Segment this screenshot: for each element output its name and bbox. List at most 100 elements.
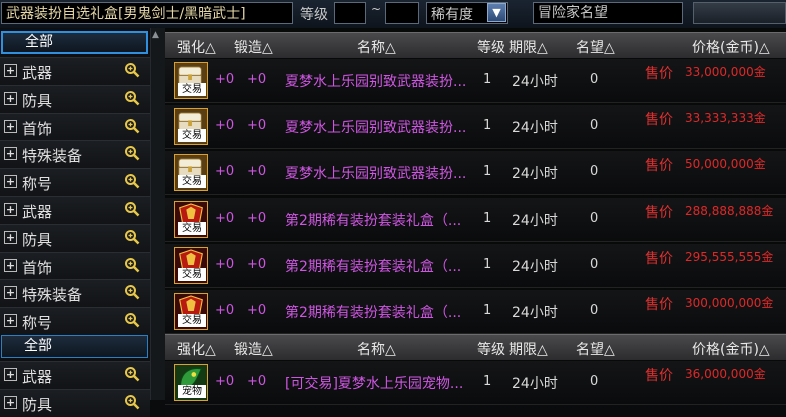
item-name: 夏梦水上乐园别致武器装扮... — [285, 166, 467, 183]
category-label: 武器 — [22, 64, 53, 82]
chest-icon[interactable]: 交易 — [174, 154, 208, 192]
magnifier-icon[interactable] — [124, 62, 140, 78]
chest-icon[interactable]: 交易 — [174, 62, 208, 99]
table-row[interactable]: 交易 +0 +0 第2期稀有装扮套装礼盒（... 1 24小时 0 售价 288,888,888… — [165, 197, 786, 242]
search-bar: 武器装扮自选礼盒[男鬼剑士/黑暗武士] 等级 ~ 稀有度 ▼ 冒险家名望 — [0, 0, 786, 29]
category-label: 称号 — [22, 175, 53, 194]
magnifier-icon[interactable] — [124, 257, 140, 273]
item-quantity: 1 — [483, 210, 492, 226]
costume-box-icon[interactable]: 交易 — [174, 246, 208, 284]
table-row[interactable]: 交易 +0 +0 第2期稀有装扮套装礼盒（... 1 24小时 0 售价 300,000,000… — [165, 290, 786, 334]
item-period: 24小时 — [512, 166, 558, 183]
expand-plus-icon[interactable]: + — [4, 91, 17, 105]
expand-plus-icon[interactable]: + — [4, 203, 17, 216]
item-search-input[interactable]: 武器装扮自选礼盒[男鬼剑士/黑暗武士] — [1, 2, 293, 24]
item-name: 第2期稀有装扮套装礼盒（... — [285, 258, 462, 275]
forge-value: +0 — [247, 256, 267, 272]
item-period: 24小时 — [512, 212, 558, 229]
table-row[interactable]: 交易 +0 +0 夏梦水上乐园别致武器装扮... 1 24小时 0 售价 50,000,000金 — [165, 151, 786, 196]
rarity-dropdown-icon[interactable]: ▼ — [487, 3, 506, 22]
expand-plus-icon[interactable]: + — [4, 230, 17, 244]
magnifier-icon[interactable] — [124, 312, 140, 328]
category-item[interactable]: + 武器 — [0, 57, 150, 85]
price-value: 50,000,000金 — [685, 157, 766, 172]
magnifier-icon[interactable] — [124, 394, 140, 410]
trade-badge: 交易 — [178, 175, 206, 189]
level-separator: ~ — [371, 2, 382, 16]
category-label: 防具 — [22, 91, 53, 110]
sidebar-scrollbar[interactable]: ▲ — [150, 28, 165, 400]
expand-plus-icon[interactable]: + — [4, 64, 17, 77]
expand-plus-icon[interactable]: + — [4, 258, 17, 272]
magnifier-icon[interactable] — [124, 145, 140, 161]
header-price[interactable]: 价格(金币)△ — [692, 37, 770, 57]
item-fame: 0 — [590, 164, 599, 180]
category-item[interactable]: + 特殊装备 — [0, 279, 150, 308]
header-strengthen[interactable]: 强化△ — [177, 37, 216, 57]
magnifier-icon[interactable] — [124, 229, 140, 245]
header-fame[interactable]: 名望△ — [576, 339, 615, 359]
pet-icon[interactable]: 宠物 — [174, 364, 208, 401]
header-level[interactable]: 等级 — [477, 37, 505, 57]
magnifier-icon[interactable] — [124, 284, 140, 300]
expand-plus-icon[interactable]: + — [4, 395, 17, 409]
level-min-input[interactable] — [334, 2, 366, 24]
table-row[interactable]: 交易 +0 +0 夏梦水上乐园别致武器装扮... 1 24小时 0 售价 33,333,333金 — [165, 105, 786, 150]
category-all-selected[interactable]: 全部 — [1, 31, 148, 54]
expand-plus-icon[interactable]: + — [4, 314, 17, 328]
price-value: 36,000,000金 — [685, 367, 766, 381]
price-value: 295,555,555金 — [685, 249, 774, 264]
item-quantity: 1 — [483, 303, 492, 318]
category-item[interactable]: + 首饰 — [0, 251, 150, 280]
table-row[interactable]: 交易 +0 +0 第2期稀有装扮套装礼盒（... 1 24小时 0 售价 295,555,555… — [165, 243, 786, 288]
table-row[interactable]: 宠物 +0 +0 [可交易]夏梦水上乐园宠物... 1 24小时 0 售价 36,000,000… — [165, 361, 786, 405]
header-name[interactable]: 名称△ — [357, 339, 396, 359]
category-item[interactable]: + 称号 — [0, 307, 150, 336]
magnifier-icon[interactable] — [124, 201, 140, 217]
category-item[interactable]: + 首饰 — [0, 112, 150, 141]
expand-plus-icon[interactable]: + — [4, 175, 17, 189]
expand-plus-icon[interactable]: + — [4, 119, 17, 133]
expand-plus-icon[interactable]: + — [4, 286, 17, 300]
category-item[interactable]: + 特殊装备 — [0, 140, 150, 169]
category-item[interactable]: + 防具 — [0, 388, 150, 417]
header-forge[interactable]: 锻造△ — [234, 37, 273, 57]
item-period: 24小时 — [512, 305, 558, 321]
adventurer-fame-input[interactable]: 冒险家名望 — [533, 2, 683, 24]
trade-badge: 交易 — [178, 314, 206, 327]
header-period[interactable]: 期限△ — [509, 37, 548, 57]
header-strengthen[interactable]: 强化△ — [177, 339, 216, 359]
table-row[interactable]: 交易 +0 +0 夏梦水上乐园别致武器装扮... 1 24小时 0 售价 33,000,000金 — [165, 59, 786, 103]
costume-box-icon[interactable]: 交易 — [174, 200, 208, 238]
level-max-input[interactable] — [385, 2, 419, 24]
header-price[interactable]: 价格(金币)△ — [692, 339, 770, 359]
forge-value: +0 — [247, 374, 267, 389]
magnifier-icon[interactable] — [124, 173, 140, 189]
category-item[interactable]: + 称号 — [0, 168, 150, 197]
header-forge[interactable]: 锻造△ — [234, 339, 273, 359]
header-name[interactable]: 名称△ — [357, 37, 396, 57]
header-level[interactable]: 等级 — [477, 339, 505, 359]
category-item[interactable]: + 武器 — [0, 196, 150, 224]
category-item[interactable]: + 防具 — [0, 223, 150, 252]
category-item[interactable]: + 武器 — [0, 361, 150, 389]
item-fame: 0 — [590, 210, 599, 226]
header-period[interactable]: 期限△ — [509, 339, 548, 359]
scroll-up-icon[interactable]: ▲ — [152, 30, 159, 40]
magnifier-icon[interactable] — [124, 118, 140, 134]
price-label: 售价 — [645, 66, 673, 82]
header-fame[interactable]: 名望△ — [576, 37, 615, 57]
strengthen-value: +0 — [215, 72, 235, 87]
strengthen-value: +0 — [215, 118, 235, 134]
expand-plus-icon[interactable]: + — [4, 368, 17, 381]
chest-icon[interactable]: 交易 — [174, 108, 208, 146]
category-item[interactable]: + 防具 — [0, 84, 150, 113]
category-all-label: 全部 — [25, 34, 53, 50]
search-button[interactable] — [693, 2, 786, 24]
category-label: 防具 — [22, 230, 53, 249]
costume-box-icon[interactable]: 交易 — [174, 293, 208, 330]
magnifier-icon[interactable] — [124, 90, 140, 106]
expand-plus-icon[interactable]: + — [4, 147, 17, 161]
category-all[interactable]: 全部 — [1, 335, 148, 358]
magnifier-icon[interactable] — [124, 366, 140, 382]
